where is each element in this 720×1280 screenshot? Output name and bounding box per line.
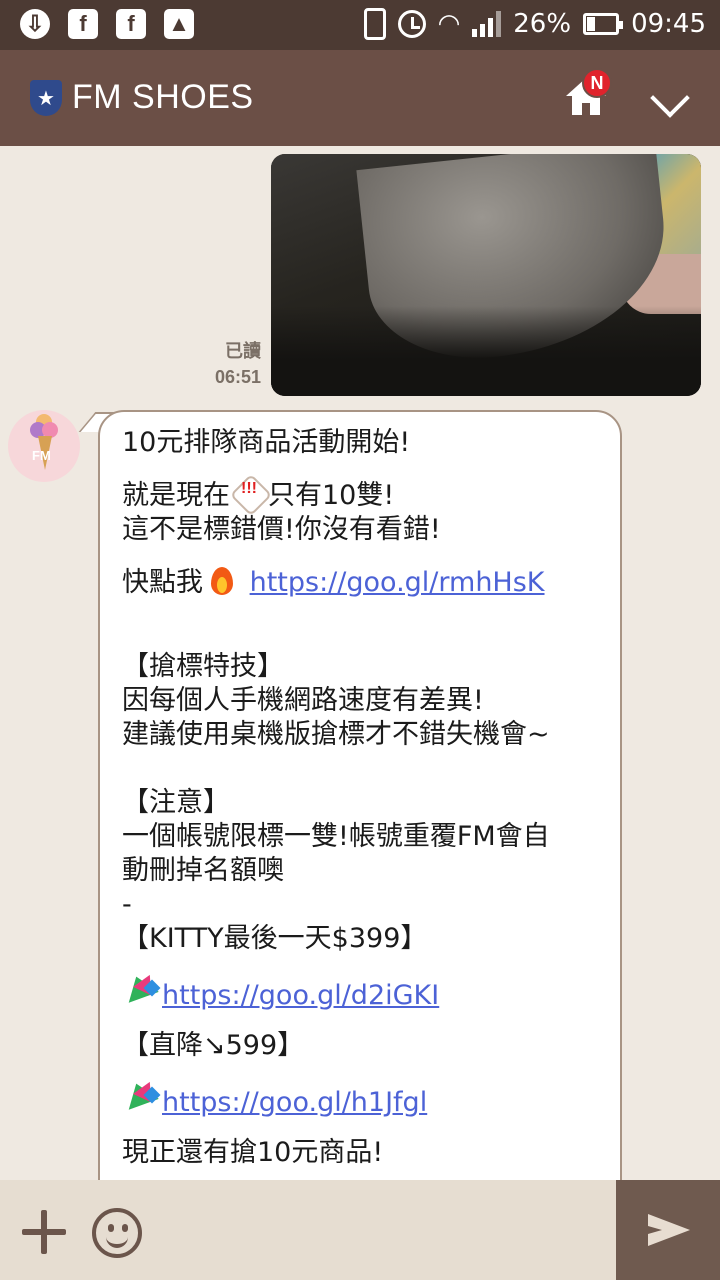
status-left-icons: ⇩ f f ▲ bbox=[20, 9, 194, 39]
message-line: 現正還有搶10元商品! bbox=[122, 1137, 384, 1168]
battery-icon bbox=[583, 13, 624, 35]
message-line: 快點我 bbox=[122, 567, 203, 598]
read-receipt: 已讀 bbox=[225, 341, 261, 361]
message-time: 06:51 bbox=[214, 367, 261, 387]
plus-icon[interactable] bbox=[22, 1210, 66, 1254]
alarm-icon bbox=[397, 10, 426, 38]
emoji-icon[interactable] bbox=[92, 1208, 142, 1258]
avatar-label: FM bbox=[32, 448, 51, 463]
wifi-icon: ◠ bbox=[437, 9, 461, 39]
message-line: 就是現在 bbox=[122, 480, 230, 511]
message-line: 一個帳號限標一雙!帳號重覆FM會自 bbox=[122, 821, 550, 852]
send-button[interactable] bbox=[616, 1180, 720, 1280]
message-line: 這不是標錯價!你沒有看錯! bbox=[122, 514, 441, 545]
chevron-down-icon[interactable] bbox=[650, 78, 690, 118]
signal-icon bbox=[472, 11, 502, 37]
tips-title: 【搶標特技】 bbox=[122, 651, 284, 682]
message-line: - bbox=[122, 889, 132, 920]
status-right-icons: ◠ 26% 09:45 bbox=[363, 8, 706, 40]
link-h1jfgl[interactable]: https://goo.gl/h1Jfgl bbox=[162, 1087, 427, 1118]
kitty-title: 【KITTY最後一天$399】 bbox=[122, 923, 428, 954]
notification-badge: N bbox=[582, 68, 612, 98]
official-account-icon: ★ bbox=[30, 80, 62, 116]
star-emoji-icon bbox=[121, 1077, 162, 1115]
battery-percent: 26% bbox=[513, 9, 572, 39]
facebook-icon: f bbox=[116, 9, 146, 39]
message-line: 動刪掉名額噢 bbox=[122, 855, 284, 886]
facebook-icon: f bbox=[68, 9, 98, 39]
drop-title: 【直降↘599】 bbox=[122, 1030, 305, 1061]
exclamation-emoji-icon: !!! bbox=[232, 476, 266, 510]
avatar[interactable]: FM bbox=[8, 410, 80, 482]
input-bar bbox=[0, 1180, 720, 1280]
message-bubble[interactable]: 10元排隊商品活動開始! 就是現在!!! 只有10雙! 這不是標錯價!你沒有看錯!… bbox=[98, 410, 622, 1210]
message-line: 建議使用桌機版搶標才不錯失機會~ bbox=[122, 719, 550, 750]
vibrate-icon bbox=[363, 8, 386, 40]
star-emoji-icon bbox=[121, 970, 162, 1008]
link-d2igki[interactable]: https://goo.gl/d2iGKI bbox=[162, 980, 439, 1011]
sync-icon: ⇩ bbox=[20, 9, 50, 39]
fire-emoji-icon bbox=[207, 563, 237, 597]
chat-title[interactable]: FM SHOES bbox=[72, 78, 254, 117]
message-line: 10元排隊商品活動開始! bbox=[122, 427, 411, 458]
gallery-icon: ▲ bbox=[164, 9, 194, 39]
note-title: 【注意】 bbox=[122, 787, 230, 818]
status-time: 09:45 bbox=[631, 9, 706, 39]
status-bar: ⇩ f f ▲ ◠ 26% 09:45 bbox=[0, 0, 720, 50]
chat-header: ★ FM SHOES N bbox=[0, 50, 720, 146]
message-meta: 已讀 06:51 bbox=[215, 338, 261, 390]
photo-message[interactable] bbox=[271, 154, 701, 396]
message-line: 因每個人手機網路速度有差異! bbox=[122, 685, 484, 716]
link-rmhhsk[interactable]: https://goo.gl/rmhHsK bbox=[250, 567, 545, 598]
message-line: 只有10雙! bbox=[268, 480, 395, 511]
